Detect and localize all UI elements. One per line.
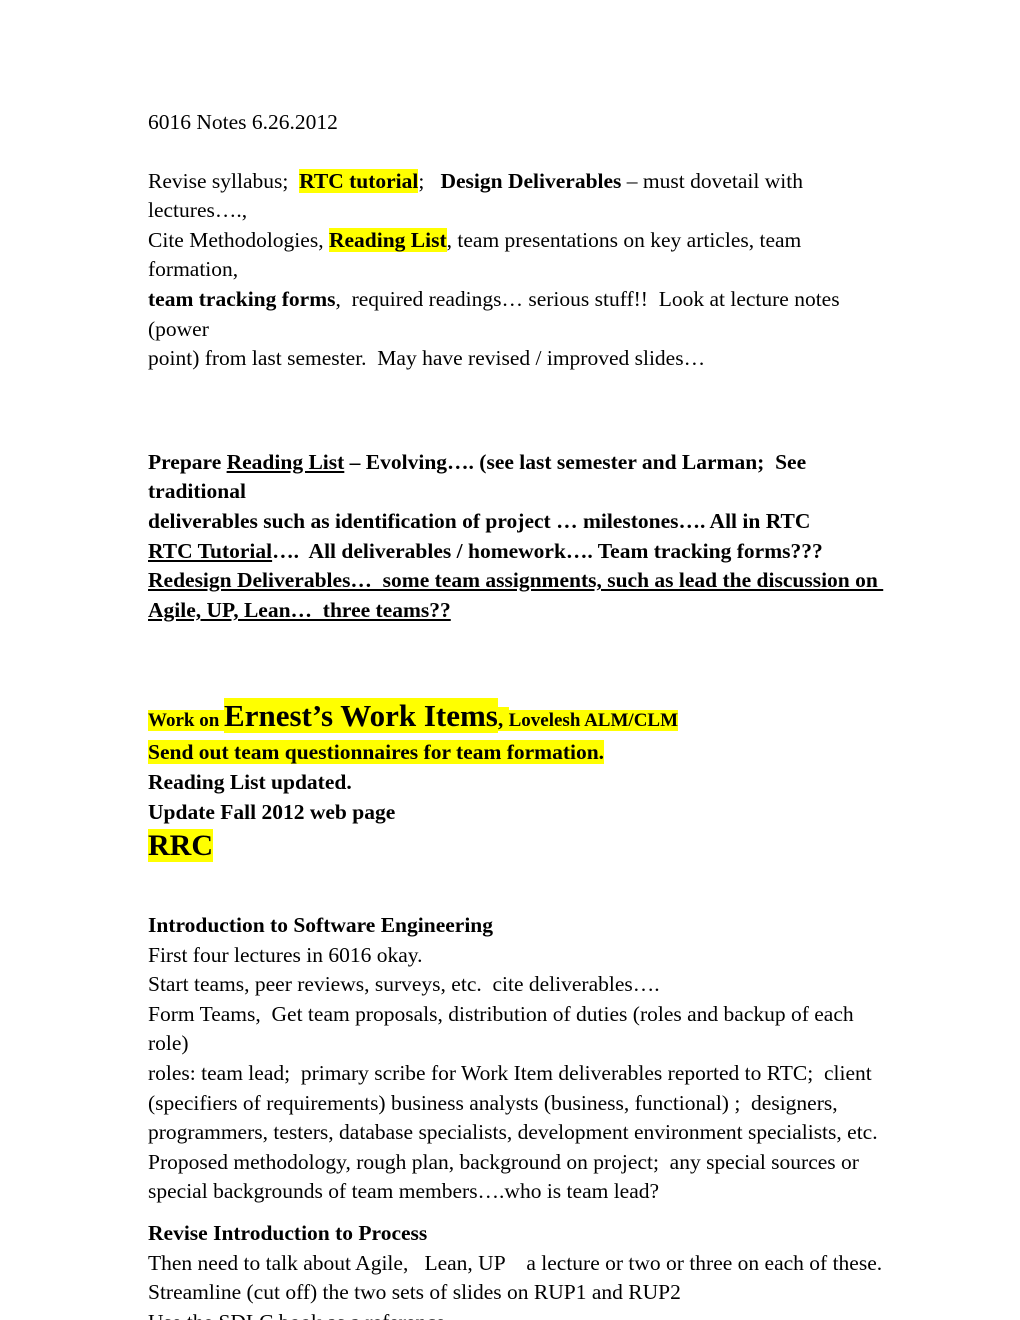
reading-list-updated-line: Reading List updated. [148,769,352,794]
intro-se-line-5: (specifiers of requirements) business an… [148,1090,838,1115]
highlight-rtc-tutorial: RTC tutorial [299,168,419,193]
update-web-page-line: Update Fall 2012 web page [148,799,396,824]
document-body: 6016 Notes 6.26.2012 Revise syllabus; RT… [148,108,888,1320]
syllabus-line-1: Revise syllabus; RTC tutorial; Design De… [148,167,888,226]
syllabus-line-3: team tracking forms, required readings… … [148,285,888,344]
agile-up-lean-line: Agile, UP, Lean… three teams?? [148,597,451,622]
questionnaires-text: Send out team questionnaires for team fo… [148,740,605,765]
reading-list-line-2: deliverables such as identification of p… [148,508,811,533]
notes-title: 6016 Notes 6.26.2012 [148,110,338,134]
highlight-reading-list: Reading List [328,227,447,252]
syllabus-text-revise: Revise syllabus; [148,168,300,193]
intro-software-engineering-section: Introduction to Software Engineering Fir… [148,911,888,1207]
reading-list-prepare: Prepare [148,449,227,474]
revise-process-line-3: Use the SDLC book as a reference… [148,1308,888,1320]
rrc-label: RRC [148,829,213,863]
revise-process-line-1: Then need to talk about Agile, Lean, UP … [148,1250,883,1275]
intro-se-line-4: roles: team lead; primary scribe for Wor… [148,1061,872,1086]
work-on-label: Work on [148,710,225,732]
document-page: 6016 Notes 6.26.2012 Revise syllabus; RT… [0,0,1020,1320]
ernests-work-items-title: Ernest’s Work Items [224,698,498,734]
syllabus-team-tracking-forms: team tracking forms [148,286,336,311]
revise-process-heading: Revise Introduction to Process [148,1221,428,1246]
syllabus-cite-methodologies: Cite Methodologies, [148,227,329,252]
revise-syllabus-paragraph: Revise syllabus; RTC tutorial; Design De… [148,167,888,374]
work-items-paragraph: Work on Ernest’s Work Items, Lovelesh AL… [148,698,888,867]
reading-list-underlined-term: Reading List [226,449,345,474]
lovelesh-alm-clm-label: Lovelesh ALM/CLM [508,710,679,732]
reading-list-line-3: RTC Tutorial…. All deliverables / homewo… [148,537,888,567]
work-items-headline: Work on Ernest’s Work Items, Lovelesh AL… [148,698,888,738]
reading-list-line-1: Prepare Reading List – Evolving…. (see l… [148,448,888,507]
revise-process-section: Revise Introduction to Process Then need… [148,1219,888,1320]
rtc-tutorial-underlined-term: RTC Tutorial [148,538,273,563]
intro-se-line-8: special backgrounds of team members….who… [148,1179,660,1204]
intro-se-line-2: Start teams, peer reviews, surveys, etc.… [148,972,660,997]
syllabus-design-deliverables: Design Deliverables [440,168,622,193]
work-items-comma: , [497,707,509,732]
intro-se-line-6: programmers, testers, database specialis… [148,1120,878,1145]
rtc-tutorial-rest: …. All deliverables / homework…. Team tr… [272,538,823,563]
prepare-reading-list-paragraph: Prepare Reading List – Evolving…. (see l… [148,448,888,626]
rrc-line: RRC [148,827,888,867]
revise-process-line-2: Streamline (cut off) the two sets of sli… [148,1280,681,1305]
intro-se-line-3: Form Teams, Get team proposals, distribu… [148,1001,860,1056]
syllabus-line-2: Cite Methodologies, Reading List, team p… [148,226,888,285]
intro-se-line-7: Proposed methodology, rough plan, backgr… [148,1149,859,1174]
document-header: 6016 Notes 6.26.2012 [148,108,888,138]
syllabus-separator: ; [418,168,441,193]
questionnaires-line: Send out team questionnaires for team fo… [148,738,888,768]
syllabus-line-4: point) from last semester. May have revi… [148,346,706,371]
intro-se-line-1: First four lectures in 6016 okay. [148,942,423,967]
redesign-deliverables-line: Redesign Deliverables… some team assignm… [148,568,884,593]
intro-se-heading: Introduction to Software Engineering [148,913,494,938]
